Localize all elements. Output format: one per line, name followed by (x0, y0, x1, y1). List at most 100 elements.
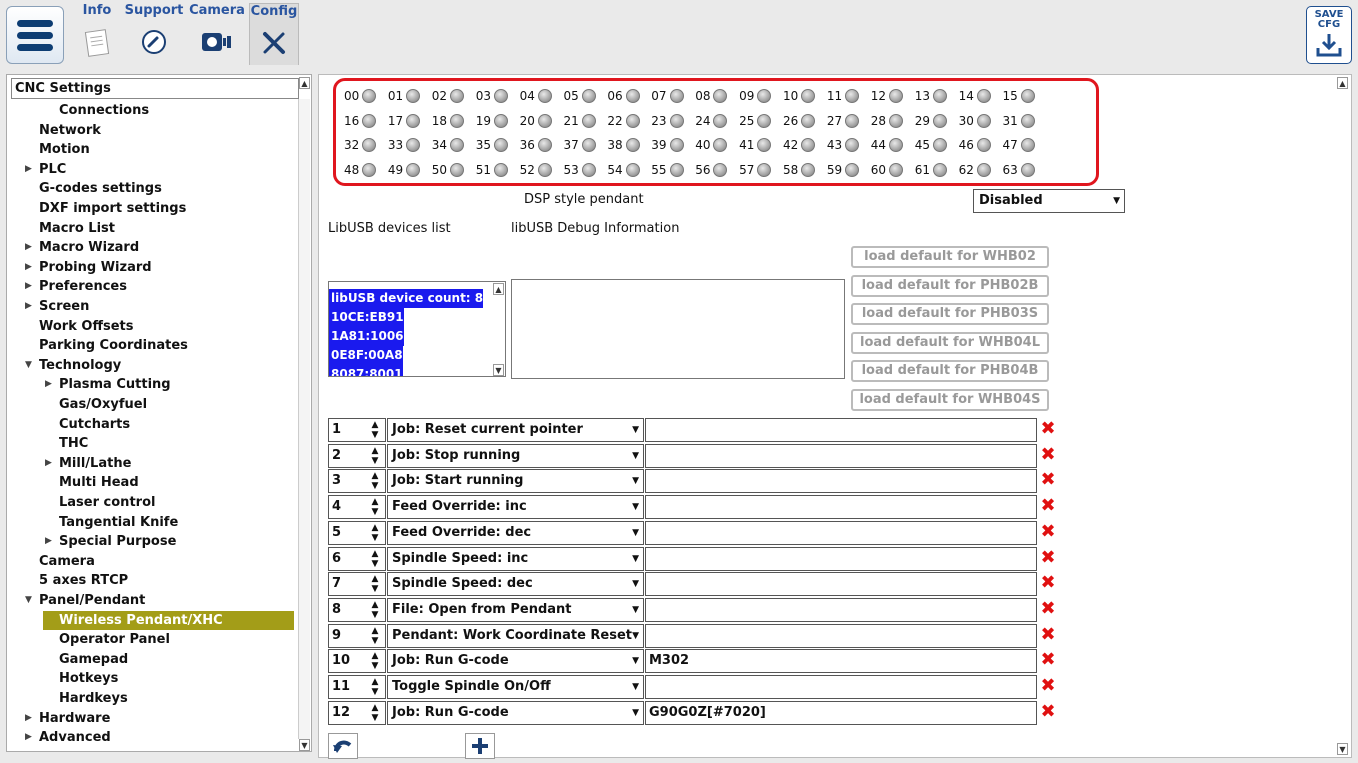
delete-row-icon[interactable]: ✖ (1039, 677, 1057, 695)
spin-arrows-icon[interactable]: ▲ ▼ (368, 497, 382, 517)
tree-item-camera[interactable]: Camera (39, 552, 95, 572)
tree-item-laser-control[interactable]: Laser control (59, 493, 155, 513)
load-default-whb02-button[interactable]: load default for WHB02 (851, 246, 1049, 268)
tree-item-parking-coordinates[interactable]: Parking Coordinates (39, 336, 188, 356)
row-action-select[interactable]: Pendant: Work Coordinate Reset ▼ (387, 623, 644, 648)
tree-item-connections[interactable]: Connections (59, 101, 149, 121)
row-param-input[interactable] (645, 469, 1037, 494)
list-scroll-up-icon[interactable]: ▲ (493, 283, 504, 295)
tree-item-macro-list[interactable]: Macro List (39, 219, 115, 239)
tree-item-network[interactable]: Network (39, 121, 101, 141)
row-param-input[interactable] (645, 623, 1037, 648)
row-number-spinbox[interactable]: 4 ▲ ▼ (328, 495, 386, 520)
add-row-button[interactable] (465, 733, 495, 759)
delete-row-icon[interactable]: ✖ (1039, 548, 1057, 567)
delete-row-icon[interactable]: ✖ (1039, 420, 1057, 438)
load-default-phb04b-button[interactable]: load default for PHB04B (851, 360, 1049, 382)
row-action-select[interactable]: Spindle Speed: inc ▼ (387, 546, 644, 571)
spin-arrows-icon[interactable]: ▲ ▼ (368, 471, 382, 491)
delete-row-icon[interactable]: ✖ (1039, 651, 1057, 670)
tree-item-gamepad[interactable]: Gamepad (59, 650, 128, 670)
spin-arrows-icon[interactable]: ▲ ▼ (368, 677, 382, 697)
tree-item-plasma-cutting[interactable]: ▶ Plasma Cutting (45, 375, 171, 395)
row-action-select[interactable]: Job: Reset current pointer ▼ (387, 418, 644, 442)
spin-arrows-icon[interactable]: ▲ ▼ (368, 626, 382, 646)
undo-button[interactable] (328, 733, 358, 759)
expand-arrow-icon[interactable]: ▶ (25, 238, 32, 257)
row-action-select[interactable]: Spindle Speed: dec ▼ (387, 572, 644, 597)
tree-item-wireless-pendant[interactable]: Wireless Pendant/XHC (43, 610, 294, 631)
tree-item-hardware[interactable]: ▶ Hardware (25, 709, 110, 729)
row-number-spinbox[interactable]: 10 ▲ ▼ (328, 649, 386, 674)
main-menu-button[interactable] (6, 6, 64, 64)
expand-arrow-icon[interactable]: ▶ (25, 297, 32, 316)
tab-info[interactable]: Info (74, 3, 120, 65)
row-param-input[interactable] (645, 675, 1037, 699)
libusb-debug-textbox[interactable] (511, 279, 845, 379)
row-number-spinbox[interactable]: 6 ▲ ▼ (328, 546, 386, 571)
delete-row-icon[interactable]: ✖ (1039, 599, 1057, 618)
expand-arrow-icon[interactable]: ▶ (25, 277, 32, 296)
expand-arrow-icon[interactable]: ▶ (25, 160, 32, 179)
tree-scroll-down-icon[interactable]: ▼ (299, 739, 310, 751)
row-action-select[interactable]: Job: Run G-code ▼ (387, 649, 644, 674)
row-action-select[interactable]: Feed Override: inc ▼ (387, 495, 644, 520)
tree-item-technology[interactable]: ▼ Technology (25, 356, 121, 376)
tree-item-plc[interactable]: ▶ PLC (25, 160, 66, 180)
list-item[interactable]: 0E8F:00A8 (329, 346, 403, 365)
tree-item-thc[interactable]: THC (59, 434, 88, 454)
tree-item-mill-lathe[interactable]: ▶ Mill/Lathe (45, 454, 131, 474)
row-action-select[interactable]: Job: Start running ▼ (387, 469, 644, 494)
load-default-whb04s-button[interactable]: load default for WHB04S (851, 388, 1049, 411)
tree-item-work-offsets[interactable]: Work Offsets (39, 317, 133, 337)
load-default-phb03s-button[interactable]: load default for PHB03S (851, 303, 1049, 325)
spin-arrows-icon[interactable]: ▲ ▼ (368, 523, 382, 543)
libusb-devices-list[interactable]: libUSB device count: 8 10CE:EB91 1A81:10… (328, 281, 506, 377)
main-scroll-up-icon[interactable]: ▲ (1337, 77, 1348, 89)
main-scroll-down-icon[interactable]: ▼ (1337, 743, 1348, 755)
tab-support[interactable]: Support (123, 3, 185, 65)
row-number-spinbox[interactable]: 12 ▲ ▼ (328, 700, 386, 725)
tree-item-tangential-knife[interactable]: Tangential Knife (59, 513, 178, 533)
list-item[interactable]: 10CE:EB91 (329, 308, 404, 327)
row-param-input[interactable] (645, 520, 1037, 545)
row-param-input[interactable] (645, 443, 1037, 468)
load-default-whb04l-button[interactable]: load default for WHB04L (851, 331, 1049, 354)
expand-arrow-icon[interactable]: ▶ (25, 728, 32, 747)
row-action-select[interactable]: Toggle Spindle On/Off ▼ (387, 675, 644, 699)
row-param-input[interactable] (645, 495, 1037, 520)
list-item[interactable]: 8087:8001 (329, 365, 403, 376)
list-item[interactable]: 1A81:1006 (329, 327, 404, 346)
list-scroll-down-icon[interactable]: ▼ (493, 364, 504, 376)
delete-row-icon[interactable]: ✖ (1039, 574, 1057, 593)
delete-row-icon[interactable]: ✖ (1039, 522, 1057, 541)
row-number-spinbox[interactable]: 7 ▲ ▼ (328, 572, 386, 597)
collapse-arrow-icon[interactable]: ▼ (25, 356, 32, 375)
tree-item-advanced[interactable]: ▶ Advanced (25, 728, 111, 748)
tree-item-macro-wizard[interactable]: ▶ Macro Wizard (25, 238, 139, 258)
tree-item-special-purpose[interactable]: ▶ Special Purpose (45, 532, 176, 552)
list-item[interactable]: libUSB device count: 8 (329, 289, 484, 308)
row-param-input[interactable] (645, 418, 1037, 442)
tree-item-preferences[interactable]: ▶ Preferences (25, 277, 127, 297)
tree-item-gas-oxyfuel[interactable]: Gas/Oxyfuel (59, 395, 147, 415)
tree-item-dxf-import[interactable]: DXF import settings (39, 199, 186, 219)
spin-arrows-icon[interactable]: ▲ ▼ (368, 420, 382, 440)
tree-item-motion[interactable]: Motion (39, 140, 90, 160)
spin-arrows-icon[interactable]: ▲ ▼ (368, 549, 382, 569)
row-param-input[interactable] (645, 597, 1037, 622)
row-number-spinbox[interactable]: 9 ▲ ▼ (328, 623, 386, 648)
tree-item-screen[interactable]: ▶ Screen (25, 297, 89, 317)
tree-item-multi-head[interactable]: Multi Head (59, 473, 139, 493)
expand-arrow-icon[interactable]: ▶ (45, 532, 52, 551)
spin-arrows-icon[interactable]: ▲ ▼ (368, 651, 382, 671)
spin-arrows-icon[interactable]: ▲ ▼ (368, 446, 382, 466)
expand-arrow-icon[interactable]: ▶ (25, 709, 32, 728)
save-config-button[interactable]: SAVE CFG (1306, 6, 1352, 64)
row-number-spinbox[interactable]: 11 ▲ ▼ (328, 675, 386, 699)
tree-item-cutcharts[interactable]: Cutcharts (59, 415, 130, 435)
row-param-input[interactable]: G90G0Z[#7020] (645, 700, 1037, 725)
row-param-input[interactable]: M302 (645, 649, 1037, 674)
expand-arrow-icon[interactable]: ▶ (45, 454, 52, 473)
delete-row-icon[interactable]: ✖ (1039, 625, 1057, 644)
